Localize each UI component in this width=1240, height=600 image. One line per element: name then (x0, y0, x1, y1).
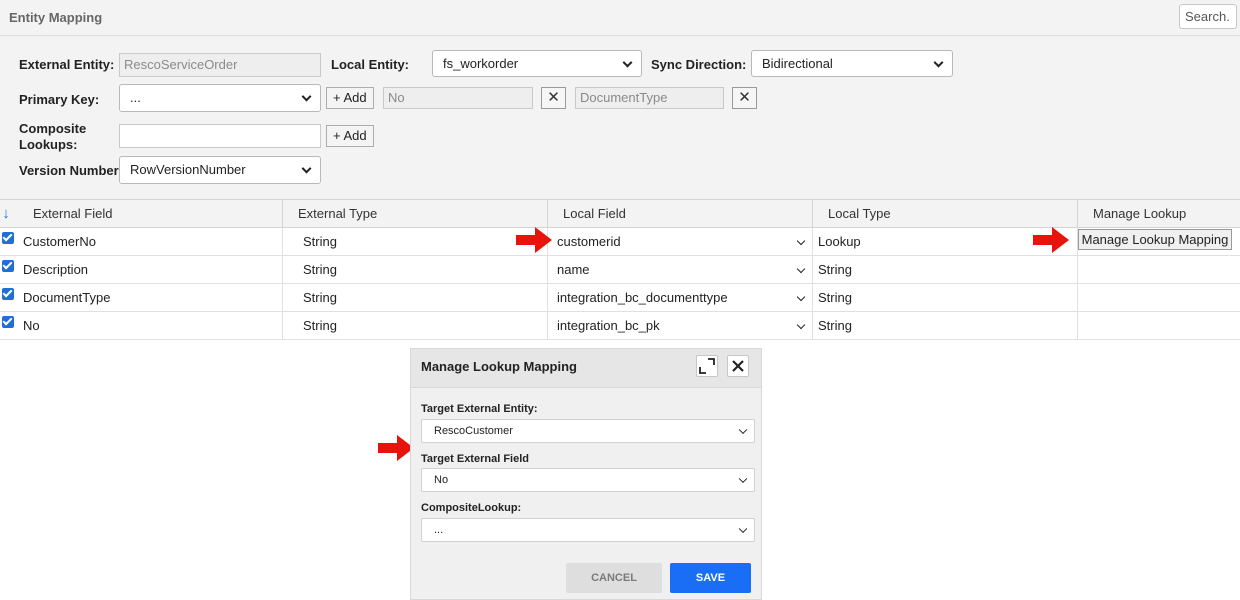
chevron-down-icon (738, 524, 748, 534)
page-title: Entity Mapping (9, 10, 103, 25)
external-field-cell: Description (23, 256, 283, 284)
target-field-label: Target External Field (421, 453, 529, 465)
primary-key-field-documenttype[interactable]: DocumentType (575, 87, 724, 109)
checkbox-checked-icon[interactable] (2, 260, 14, 272)
sync-direction-value: Bidirectional (762, 56, 833, 71)
red-arrow-icon (1033, 227, 1069, 253)
remove-no-button[interactable]: ✕ (541, 87, 566, 109)
chevron-down-icon (301, 163, 312, 174)
local-type-cell: String (813, 256, 1078, 284)
add-primary-key-button[interactable]: + Add (326, 87, 374, 109)
checkbox-checked-icon[interactable] (2, 288, 14, 300)
expand-button[interactable] (696, 355, 718, 377)
version-number-value: RowVersionNumber (130, 162, 246, 177)
column-manage-lookup[interactable]: Manage Lookup (1078, 200, 1240, 228)
composite-lookups-label: Composite Lookups: (19, 121, 86, 153)
external-type-cell: String (283, 284, 548, 312)
manage-lookup-cell (1078, 284, 1240, 312)
manage-lookup-cell (1078, 256, 1240, 284)
manage-lookup-cell (1078, 312, 1240, 340)
remove-documenttype-button[interactable]: ✕ (732, 87, 757, 109)
chevron-down-icon (933, 57, 944, 68)
checkbox-checked-icon[interactable] (2, 316, 14, 328)
target-entity-select[interactable]: RescoCustomer (421, 419, 755, 443)
chevron-down-icon (796, 236, 806, 246)
grid-header: ↓ External Field External Type Local Fie… (0, 200, 1240, 228)
chevron-down-icon (796, 292, 806, 302)
composite-lookup-label: CompositeLookup: (421, 502, 522, 514)
local-field-value: customerid (557, 234, 621, 249)
primary-key-value: ... (130, 90, 141, 105)
composite-lookup-select[interactable]: ... (421, 518, 755, 542)
red-arrow-icon (516, 227, 552, 253)
external-field-cell: DocumentType (23, 284, 283, 312)
external-entity-field[interactable]: RescoServiceOrder (119, 53, 321, 77)
external-type-cell: String (283, 256, 548, 284)
column-external-field[interactable]: External Field (18, 200, 283, 228)
external-field-cell: CustomerNo (23, 228, 283, 256)
local-field-value: integration_bc_pk (557, 318, 660, 333)
manage-lookup-dialog: Manage Lookup Mapping Target External En… (410, 348, 762, 600)
target-entity-label: Target External Entity: (421, 403, 538, 415)
local-field-select[interactable]: integration_bc_pk (548, 312, 813, 340)
chevron-down-icon (796, 320, 806, 330)
table-row: Description String name String (0, 256, 1240, 284)
external-field-cell: No (23, 312, 283, 340)
chevron-down-icon (738, 425, 748, 435)
top-bar: Entity Mapping (0, 0, 1240, 36)
add-composite-lookup-button[interactable]: + Add (326, 125, 374, 147)
cancel-button[interactable]: CANCEL (566, 563, 662, 593)
local-field-value: name (557, 262, 590, 277)
primary-key-field-no[interactable]: No (383, 87, 533, 109)
external-type-cell: String (283, 312, 548, 340)
chevron-down-icon (796, 264, 806, 274)
table-row: DocumentType String integration_bc_docum… (0, 284, 1240, 312)
local-field-value: integration_bc_documenttype (557, 290, 728, 305)
target-field-select[interactable]: No (421, 468, 755, 492)
primary-key-label: Primary Key: (19, 92, 100, 107)
chevron-down-icon (301, 91, 312, 102)
version-number-label: Version Number: (19, 163, 124, 178)
local-field-select[interactable]: name (548, 256, 813, 284)
close-icon: ✕ (547, 89, 560, 106)
sync-direction-select[interactable]: Bidirectional (751, 50, 953, 77)
local-type-cell: String (813, 312, 1078, 340)
external-type-cell: String (283, 228, 548, 256)
composite-lookups-label-line2: Lookups: (19, 137, 78, 152)
column-local-field[interactable]: Local Field (548, 200, 813, 228)
column-external-type[interactable]: External Type (283, 200, 548, 228)
expand-icon (699, 358, 715, 374)
primary-key-select[interactable]: ... (119, 84, 321, 112)
dialog-title: Manage Lookup Mapping (421, 359, 577, 374)
local-field-select[interactable]: integration_bc_documenttype (548, 284, 813, 312)
dialog-close-button[interactable] (727, 355, 749, 377)
local-field-select[interactable]: customerid (548, 228, 813, 256)
target-entity-value: RescoCustomer (434, 425, 513, 437)
table-row: No String integration_bc_pk String (0, 312, 1240, 340)
close-icon: ✕ (738, 89, 751, 106)
close-icon (732, 360, 744, 372)
local-entity-select[interactable]: fs_workorder (432, 50, 642, 77)
manage-lookup-mapping-button[interactable]: Manage Lookup Mapping (1078, 229, 1232, 250)
local-entity-value: fs_workorder (443, 56, 519, 71)
checkbox-checked-icon[interactable] (2, 232, 14, 244)
save-button[interactable]: SAVE (670, 563, 751, 593)
sort-down-icon[interactable]: ↓ (1, 205, 11, 222)
composite-lookups-label-line1: Composite (19, 121, 87, 136)
local-type-cell: String (813, 284, 1078, 312)
red-arrow-icon (378, 435, 414, 461)
entity-form: External Entity: RescoServiceOrder Local… (0, 36, 1240, 200)
version-number-select[interactable]: RowVersionNumber (119, 156, 321, 184)
composite-lookups-input[interactable] (119, 124, 321, 148)
dialog-header: Manage Lookup Mapping (411, 349, 761, 388)
chevron-down-icon (738, 474, 748, 484)
search-input[interactable] (1179, 4, 1237, 29)
sync-direction-label: Sync Direction: (651, 57, 747, 72)
chevron-down-icon (622, 57, 633, 68)
composite-lookup-value: ... (434, 524, 444, 536)
external-entity-label: External Entity: (19, 57, 115, 72)
target-field-value: No (434, 474, 449, 486)
column-local-type[interactable]: Local Type (813, 200, 1078, 228)
local-entity-label: Local Entity: (331, 57, 410, 72)
